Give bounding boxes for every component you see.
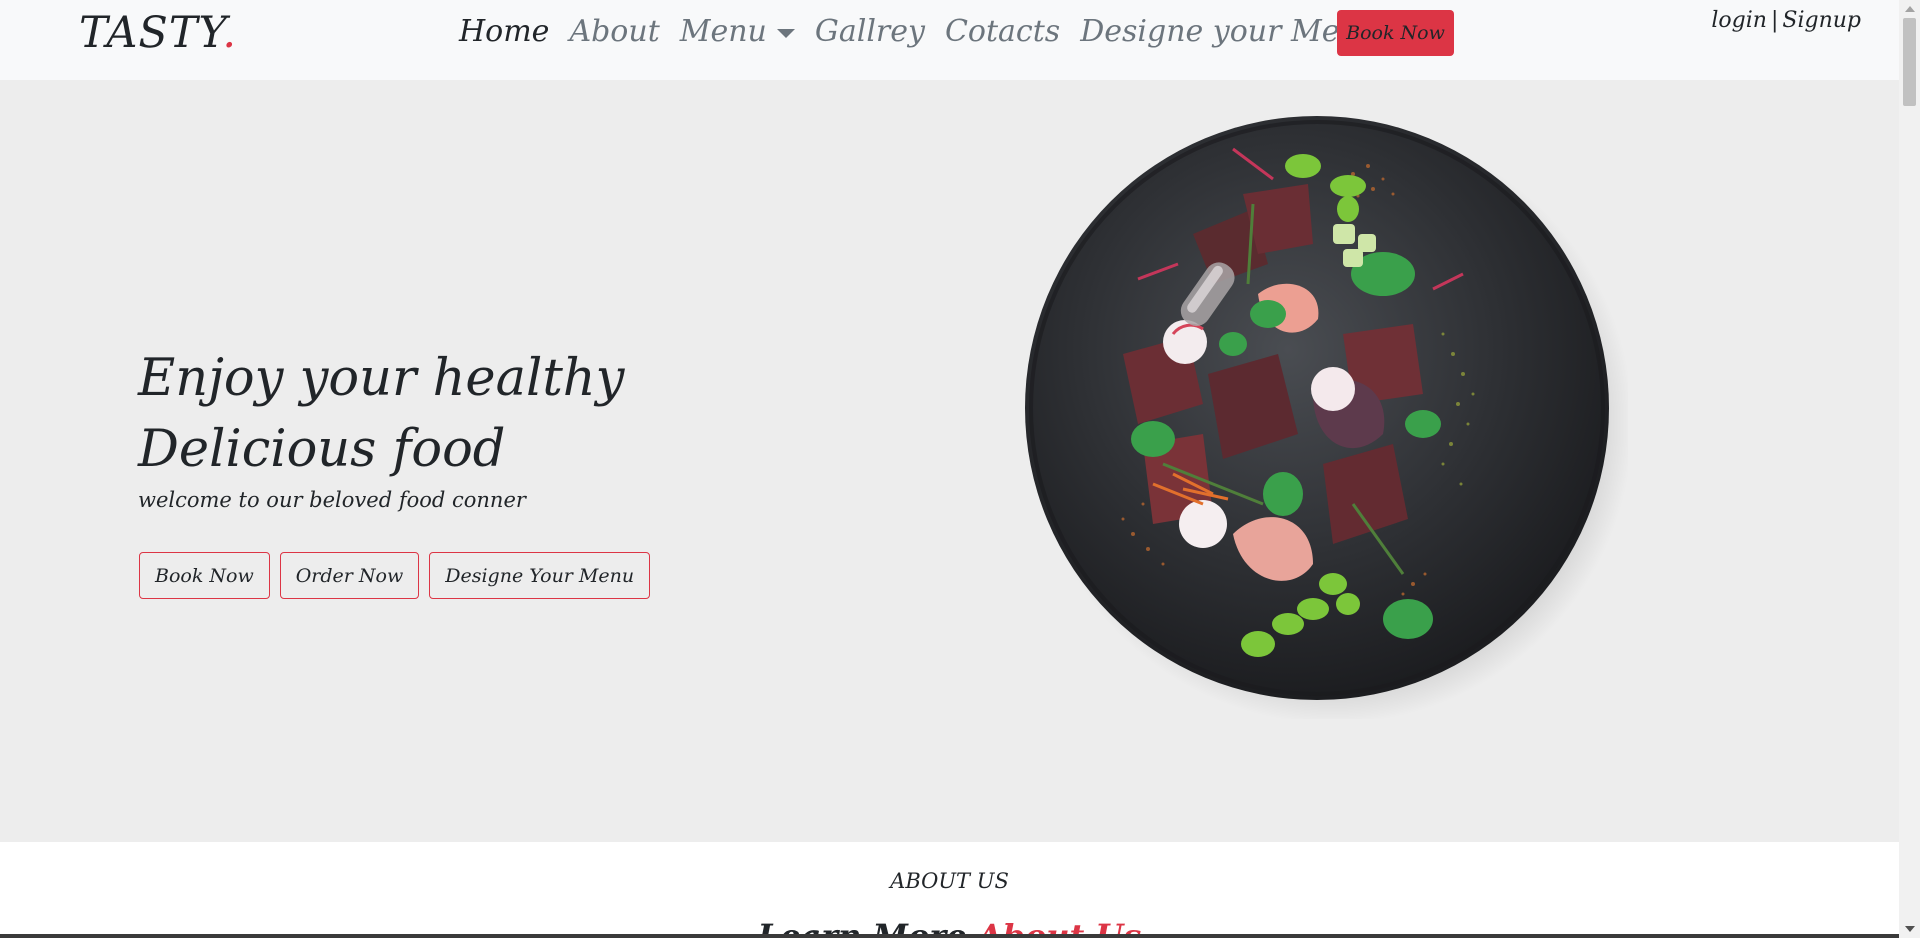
brand-name: TASTY xyxy=(79,8,223,58)
hero-section: Enjoy your healthy Delicious food welcom… xyxy=(0,80,1899,842)
auth-separator: | xyxy=(1770,8,1779,33)
nav-link-design-menu[interactable]: Designe your Menu xyxy=(1080,14,1378,49)
hero-subtitle: welcome to our beloved food conner xyxy=(138,488,526,512)
hero-order-now-button[interactable]: Order Now xyxy=(279,552,420,599)
nav-link-menu[interactable]: Menu xyxy=(680,14,767,49)
nav-dropdown-menu[interactable]: Menu xyxy=(680,14,795,49)
nav-link-gallery[interactable]: Gallrey xyxy=(815,14,925,49)
about-label: ABOUT US xyxy=(890,869,1009,893)
nav-link-contacts[interactable]: Cotacts xyxy=(945,14,1060,49)
hero-design-menu-button[interactable]: Designe Your Menu xyxy=(429,552,651,599)
navbar: TASTY. Home About Menu Gallrey Cotacts D… xyxy=(0,0,1899,80)
hero-title-line-1: Enjoy your healthy xyxy=(138,349,625,408)
nav-link-home[interactable]: Home xyxy=(459,14,549,49)
nav-book-now-button[interactable]: Book Now xyxy=(1337,10,1454,56)
hero-title: Enjoy your healthy Delicious food xyxy=(138,343,758,485)
hero-buttons: Book Now Order Now Designe Your Menu xyxy=(139,552,651,599)
chevron-down-icon[interactable] xyxy=(776,29,795,38)
about-section: ABOUT US Learn More About Us xyxy=(0,842,1899,938)
window-bottom-edge xyxy=(0,934,1899,938)
nav-link-about[interactable]: About xyxy=(569,14,659,49)
auth-links: login | Signup xyxy=(1711,8,1861,33)
food-plate-image xyxy=(1013,104,1628,719)
hero-book-now-button[interactable]: Book Now xyxy=(139,552,270,599)
signup-link[interactable]: Signup xyxy=(1782,8,1861,33)
scroll-up-arrow-icon[interactable] xyxy=(1905,6,1915,12)
login-link[interactable]: login xyxy=(1711,8,1767,33)
scroll-down-arrow-icon[interactable] xyxy=(1905,926,1915,932)
brand-logo[interactable]: TASTY. xyxy=(79,8,237,58)
brand-dot: . xyxy=(222,8,238,58)
vertical-scrollbar[interactable] xyxy=(1899,0,1920,938)
hero-title-line-2: Delicious food xyxy=(138,420,506,479)
nav-links: Home About Menu Gallrey Cotacts Designe … xyxy=(459,14,1378,49)
scrollbar-thumb[interactable] xyxy=(1903,18,1916,106)
